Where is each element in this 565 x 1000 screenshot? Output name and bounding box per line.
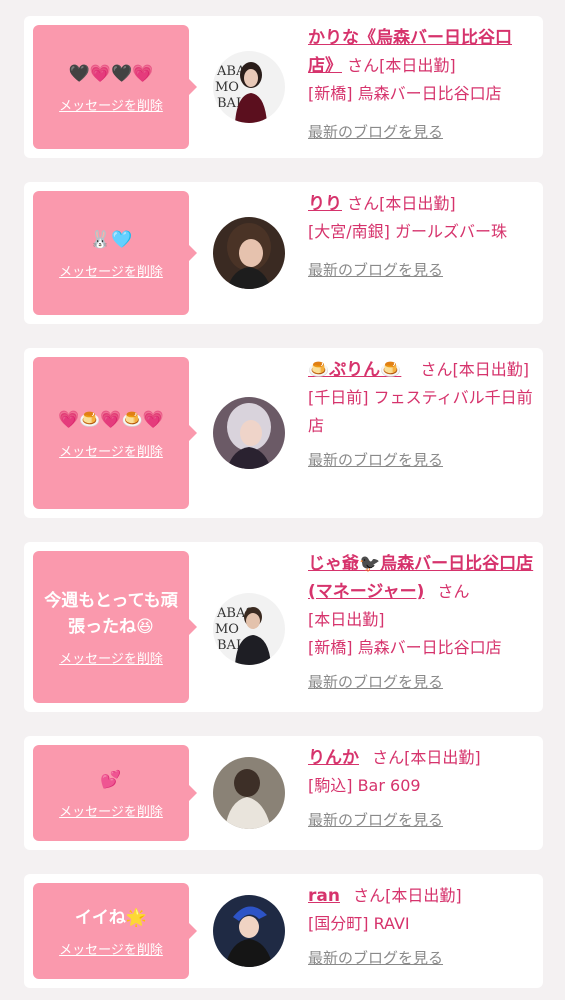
message-bubble: 今週もとっても頑張ったね😆 メッセージを削除: [33, 551, 197, 703]
area-shop: [駒込] Bar 609: [308, 776, 421, 795]
status-text: [本日出勤]: [379, 194, 456, 213]
status-text: [本日出勤]: [385, 886, 462, 905]
area-shop: [新橋] 烏森バー日比谷口店: [308, 84, 502, 103]
woman-portrait-icon: [213, 757, 285, 829]
area-shop: [大宮/南銀] ガールズバー珠: [308, 222, 507, 241]
area-shop: [国分町] RAVI: [308, 914, 410, 933]
honorific: さん: [420, 360, 453, 379]
cast-info: じゃ爺🐦‍⬛烏森バー日比谷口店(マネージャー) さん [本日出勤] [新橋] 烏…: [308, 550, 536, 696]
status-text: [本日出勤]: [379, 56, 456, 75]
cast-name-link[interactable]: ran: [308, 886, 340, 906]
message-card: 今週もとっても頑張ったね😆 メッセージを削除 ABAS MO BAI じゃ爺🐦‍…: [24, 542, 543, 712]
cast-info: ran さん[本日出勤] [国分町] RAVI 最新のブログを見る: [308, 882, 536, 972]
message-bubble: 🖤💗🖤💗 メッセージを削除: [33, 25, 197, 149]
cast-avatar[interactable]: [213, 397, 285, 469]
honorific: さん: [353, 886, 386, 905]
cast-info: かりな《烏森バー日比谷口店》 さん[本日出勤] [新橋] 烏森バー日比谷口店 最…: [308, 24, 536, 146]
cast-avatar[interactable]: [213, 895, 285, 967]
cast-avatar[interactable]: ABAS MO BAI: [213, 593, 285, 665]
message-card: 🐰🩵 メッセージを削除 りり さん[本日出勤] [大宮/南銀] ガールズバー珠 …: [24, 182, 543, 324]
delete-message-link[interactable]: メッセージを削除: [59, 261, 163, 280]
latest-blog-link[interactable]: 最新のブログを見る: [308, 668, 443, 696]
message-bubble: 💗🍮💗🍮💗 メッセージを削除: [33, 357, 197, 509]
woman-portrait-icon: ABAS MO BAI: [213, 51, 285, 123]
woman-portrait-icon: [213, 217, 285, 289]
delete-message-link[interactable]: メッセージを削除: [59, 648, 163, 667]
delete-message-link[interactable]: メッセージを削除: [59, 95, 163, 114]
latest-blog-link[interactable]: 最新のブログを見る: [308, 806, 443, 834]
message-text: 今週もとっても頑張ったね😆: [44, 590, 178, 637]
honorific: さん: [437, 582, 470, 601]
honorific: さん: [372, 748, 405, 767]
cast-avatar[interactable]: [213, 217, 285, 289]
message-text: イイね🌟: [74, 907, 148, 928]
woman-portrait-icon: [213, 397, 285, 469]
cast-name-link[interactable]: りり: [308, 194, 342, 214]
svg-text:MO: MO: [215, 622, 239, 637]
cast-name-link[interactable]: りんか: [308, 748, 359, 768]
message-text: 🖤💗🖤💗: [68, 63, 154, 84]
message-bubble: イイね🌟 メッセージを削除: [33, 883, 197, 979]
honorific: さん: [347, 56, 380, 75]
cast-name-link[interactable]: じゃ爺🐦‍⬛烏森バー日比谷口店(マネージャー): [308, 554, 533, 602]
cast-info: りり さん[本日出勤] [大宮/南銀] ガールズバー珠 最新のブログを見る: [308, 190, 536, 284]
cast-name-link[interactable]: 🍮ぷりん🍮: [308, 360, 401, 380]
message-card: イイね🌟 メッセージを削除 ran さん[本日出勤] [国分町] RAVI 最新…: [24, 874, 543, 988]
status-text: [本日出勤]: [404, 748, 481, 767]
honorific: さん: [347, 194, 380, 213]
message-bubble: 🐰🩵 メッセージを削除: [33, 191, 197, 315]
man-portrait-icon: ABAS MO BAI: [213, 593, 285, 665]
latest-blog-link[interactable]: 最新のブログを見る: [308, 944, 443, 972]
status-text: [本日出勤]: [452, 360, 529, 379]
message-text: 💕: [100, 769, 122, 790]
svg-text:MO: MO: [215, 80, 239, 95]
latest-blog-link[interactable]: 最新のブログを見る: [308, 446, 443, 474]
message-bubble: 💕 メッセージを削除: [33, 745, 197, 841]
message-text: 💗🍮💗🍮💗: [58, 409, 164, 430]
cast-avatar[interactable]: [213, 757, 285, 829]
delete-message-link[interactable]: メッセージを削除: [59, 801, 163, 820]
area-shop: [新橋] 烏森バー日比谷口店: [308, 638, 502, 657]
delete-message-link[interactable]: メッセージを削除: [59, 441, 163, 460]
cast-avatar[interactable]: ABAS MO BAI: [213, 51, 285, 123]
status-text: [本日出勤]: [308, 610, 385, 629]
cast-info: 🍮ぷりん🍮 さん[本日出勤] [千日前] フェスティバル千日前店 最新のブログを…: [308, 356, 536, 474]
area-shop: [千日前] フェスティバル千日前店: [308, 388, 533, 435]
message-card: 💗🍮💗🍮💗 メッセージを削除 🍮ぷりん🍮 さん[本日出勤] [千日前] フェステ…: [24, 348, 543, 518]
message-text: 🐰🩵: [89, 229, 133, 250]
latest-blog-link[interactable]: 最新のブログを見る: [308, 118, 443, 146]
message-card: 💕 メッセージを削除 りんか さん[本日出勤] [駒込] Bar 609 最新の…: [24, 736, 543, 850]
latest-blog-link[interactable]: 最新のブログを見る: [308, 256, 443, 284]
message-card: 🖤💗🖤💗 メッセージを削除 ABAS MO BAI かりな《烏森バー日比谷口店》…: [24, 16, 543, 158]
woman-portrait-icon: [213, 895, 285, 967]
cast-info: りんか さん[本日出勤] [駒込] Bar 609 最新のブログを見る: [308, 744, 536, 834]
delete-message-link[interactable]: メッセージを削除: [59, 939, 163, 958]
